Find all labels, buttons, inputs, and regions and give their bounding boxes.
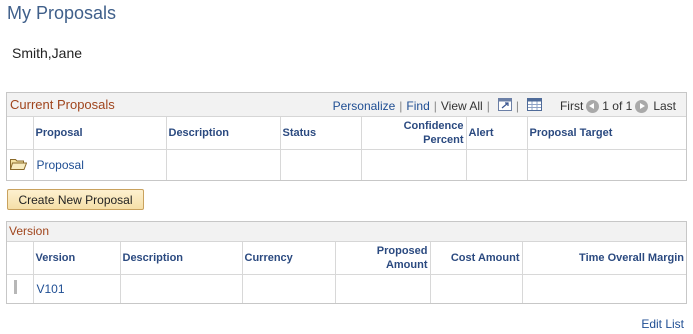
last-label: Last bbox=[653, 99, 676, 113]
folder-icon[interactable] bbox=[9, 158, 28, 173]
column-header-currency[interactable]: Currency bbox=[242, 242, 336, 275]
version-header-row: Version Description Currency Proposed Am… bbox=[7, 242, 686, 275]
column-header-proposal[interactable]: Proposal bbox=[33, 117, 167, 150]
personalize-link[interactable]: Personalize bbox=[333, 99, 396, 113]
column-header-confidence-percent[interactable]: Confidence Percent bbox=[361, 117, 467, 150]
row-handle-header bbox=[7, 242, 34, 275]
row-handle-icon[interactable] bbox=[14, 280, 17, 295]
create-new-proposal-button[interactable]: Create New Proposal bbox=[7, 189, 144, 210]
toolbar-separator: | bbox=[433, 99, 437, 113]
version-link[interactable]: V101 bbox=[37, 282, 65, 296]
description-cell bbox=[120, 274, 243, 303]
column-header-cost-amount[interactable]: Cost Amount bbox=[430, 242, 523, 275]
find-link[interactable]: Find bbox=[406, 99, 429, 113]
table-row: Proposal bbox=[7, 149, 686, 180]
view-all-link[interactable]: View All bbox=[441, 99, 483, 113]
column-header-alert[interactable]: Alert bbox=[466, 117, 528, 150]
description-cell bbox=[166, 149, 281, 180]
current-proposals-header: Current Proposals Personalize | Find | V… bbox=[7, 93, 686, 117]
cost-amount-cell bbox=[430, 274, 523, 303]
current-proposals-title: Current Proposals bbox=[10, 97, 115, 112]
version-title: Version bbox=[9, 224, 50, 238]
toolbar-separator: | bbox=[515, 99, 519, 113]
version-header: Version bbox=[7, 222, 686, 242]
zoom-icon[interactable] bbox=[497, 98, 512, 114]
proposal-cell: Proposal bbox=[33, 149, 167, 180]
row-icon-header bbox=[7, 117, 34, 150]
column-header-description[interactable]: Description bbox=[120, 242, 243, 275]
folder-cell bbox=[7, 149, 34, 180]
page-count: 1 of 1 bbox=[602, 99, 633, 113]
column-header-status[interactable]: Status bbox=[280, 117, 362, 150]
version-cell: V101 bbox=[33, 274, 121, 303]
column-header-proposed-amount[interactable]: Proposed Amount bbox=[335, 242, 431, 275]
current-proposals-header-row: Proposal Description Status Confidence P… bbox=[7, 117, 686, 150]
alert-cell bbox=[466, 149, 528, 180]
previous-icon[interactable] bbox=[586, 99, 600, 113]
toolbar-separator: | bbox=[486, 99, 490, 113]
proposed-amount-cell bbox=[335, 274, 431, 303]
current-proposals-table: Proposal Description Status Confidence P… bbox=[7, 117, 686, 180]
proposal-link[interactable]: Proposal bbox=[37, 158, 84, 172]
column-header-version[interactable]: Version bbox=[33, 242, 121, 275]
edit-list-link[interactable]: Edit List bbox=[641, 317, 684, 331]
column-header-description[interactable]: Description bbox=[166, 117, 281, 150]
first-label: First bbox=[559, 99, 584, 113]
margin-cell bbox=[522, 275, 686, 303]
toolbar-separator: | bbox=[399, 99, 403, 113]
pager: First 1 of 1 Last bbox=[560, 99, 676, 113]
version-table: Version Description Currency Proposed Am… bbox=[7, 242, 686, 303]
column-header-proposal-target[interactable]: Proposal Target bbox=[527, 117, 686, 150]
confidence-cell bbox=[361, 149, 467, 180]
grid-toolbar: Personalize | Find | View All | | First … bbox=[333, 98, 676, 114]
row-handle-cell bbox=[7, 274, 34, 303]
table-row: V101 bbox=[7, 274, 686, 303]
column-header-time-overall-margin[interactable]: Time Overall Margin bbox=[522, 242, 686, 275]
currency-cell bbox=[242, 274, 336, 303]
next-icon[interactable] bbox=[635, 99, 649, 113]
download-icon[interactable] bbox=[526, 98, 542, 114]
version-grid: Version Version Description Currency Pro… bbox=[6, 221, 687, 304]
page-title: My Proposals bbox=[7, 3, 117, 23]
target-cell bbox=[527, 150, 686, 180]
person-name: Smith,Jane bbox=[12, 45, 83, 61]
status-cell bbox=[280, 149, 362, 180]
current-proposals-grid: Current Proposals Personalize | Find | V… bbox=[6, 92, 687, 181]
